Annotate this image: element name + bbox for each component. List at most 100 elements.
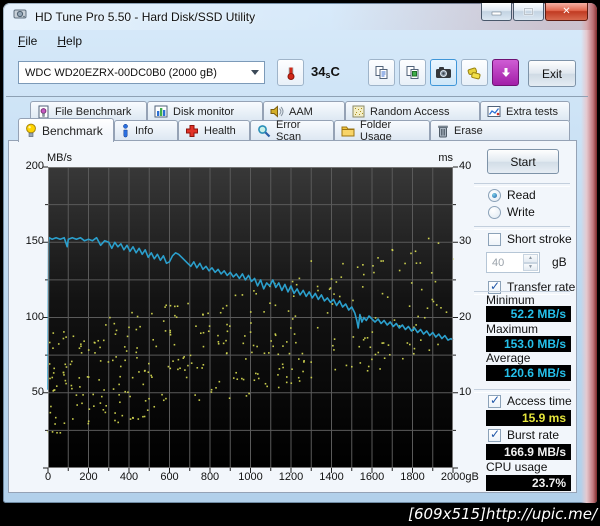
panel-separator	[474, 389, 570, 393]
close-button[interactable]: ✕	[545, 3, 588, 21]
tab-label: Benchmark	[42, 123, 103, 138]
checkbox-unchecked-icon[interactable]	[488, 232, 501, 246]
axis-tick-label: 200	[25, 160, 44, 172]
labels-button[interactable]	[461, 59, 488, 86]
screenshot-button[interactable]	[430, 59, 457, 86]
cpu-usage-label: CPU usage	[486, 460, 548, 474]
tab-label: Random Access	[370, 105, 450, 118]
tab-label: File Benchmark	[55, 105, 132, 118]
tab-extra-tests[interactable]: Extra tests	[480, 101, 570, 121]
drive-select-combobox[interactable]: WDC WD20EZRX-00DC0B0 (2000 gB)	[18, 61, 265, 84]
tab-label: Extra tests	[506, 105, 558, 118]
tab-disk-monitor[interactable]: Disk monitor	[147, 101, 263, 121]
axis-tick-label: 10	[459, 385, 472, 398]
write-radio[interactable]: Write	[488, 205, 535, 219]
short-stroke-checkbox[interactable]: Short stroke	[488, 232, 572, 246]
hard-disk-app-icon	[13, 7, 27, 26]
cpu-usage-value-box: 23.7%	[486, 475, 571, 491]
tab-label: AAM	[289, 105, 313, 118]
access-time-value-box: 15.9 ms	[486, 410, 571, 426]
speaker-icon	[270, 105, 284, 118]
minimize-button[interactable]	[481, 3, 512, 21]
download-icon	[501, 67, 510, 77]
download-update-button[interactable]	[492, 59, 519, 86]
axis-tick-label: 400	[119, 471, 139, 483]
panel-separator	[474, 226, 570, 230]
disk-monitor-icon	[154, 105, 168, 118]
copy-image-icon	[406, 65, 418, 79]
minimum-label: Minimum	[486, 293, 535, 307]
short-stroke-size-spinner[interactable]: 40 ▲ ▼	[486, 252, 540, 273]
write-radio-label: Write	[507, 205, 535, 219]
checkbox-checked-icon[interactable]	[488, 393, 501, 408]
start-button[interactable]: Start	[487, 149, 559, 174]
magnifier-icon	[257, 124, 271, 138]
minimum-value-box: 52.2 MB/s	[486, 306, 571, 322]
radio-icon[interactable]	[488, 205, 501, 219]
copy-text-icon	[375, 65, 387, 79]
temperature-button[interactable]	[277, 59, 304, 86]
exit-button[interactable]: Exit	[528, 60, 576, 87]
copy-text-button[interactable]	[368, 59, 395, 86]
read-radio-label: Read	[507, 188, 536, 202]
temperature-readout: 34sC	[311, 64, 340, 80]
window-title: HD Tune Pro 5.50 - Hard Disk/SSD Utility	[35, 9, 256, 24]
axis-tick-label: 2000gB	[440, 471, 479, 483]
y-left-axis-title: MB/s	[47, 152, 73, 164]
tab-aam[interactable]: AAM	[263, 101, 345, 121]
axis-tick-label: 600	[160, 471, 179, 483]
radio-selected-icon[interactable]	[488, 188, 501, 202]
axis-tick-label: 0	[44, 471, 52, 483]
window-right-border	[581, 3, 597, 503]
tab-erase[interactable]: Erase	[430, 120, 570, 141]
axis-tick-label: 800	[200, 471, 220, 483]
short-stroke-label: Short stroke	[507, 232, 572, 246]
trash-icon	[437, 124, 449, 138]
file-benchmark-icon	[37, 105, 50, 119]
axis-tick-label: 200	[79, 471, 98, 483]
average-label: Average	[486, 351, 531, 365]
axis-tick-label: 1600	[359, 471, 385, 483]
info-icon	[121, 124, 130, 138]
tab-info[interactable]: Info	[114, 120, 178, 141]
screenshot-camera-icon	[436, 67, 451, 78]
average-value-box: 120.6 MB/s	[486, 365, 571, 381]
tab-benchmark[interactable]: Benchmark	[18, 118, 114, 142]
labels-icon	[467, 67, 481, 79]
axis-tick-label: 100	[25, 310, 44, 323]
drive-select-value: WDC WD20EZRX-00DC0B0 (2000 gB)	[25, 66, 217, 79]
benchmark-chart-plot	[43, 166, 458, 473]
tab-random-access[interactable]: Random Access	[345, 101, 480, 121]
title-bar[interactable]: HD Tune Pro 5.50 - Hard Disk/SSD Utility…	[3, 3, 597, 30]
axis-tick-label: 150	[25, 235, 44, 248]
tab-label: Erase	[454, 125, 483, 137]
copy-image-button[interactable]	[399, 59, 426, 86]
thermometer-icon	[287, 67, 294, 80]
maximize-button[interactable]	[513, 3, 544, 21]
menu-file[interactable]: File	[9, 31, 46, 51]
tab-health[interactable]: Health	[178, 120, 250, 141]
burst-rate-checkbox[interactable]: Burst rate	[488, 427, 559, 442]
checkbox-checked-icon[interactable]	[488, 427, 501, 442]
folder-icon	[341, 125, 355, 137]
menu-help[interactable]: Help	[48, 31, 91, 51]
benchmark-lamp-icon	[25, 123, 37, 139]
access-time-checkbox[interactable]: Access time	[488, 393, 572, 408]
window-controls: ✕	[480, 3, 588, 21]
y-right-axis-title: ms	[438, 152, 453, 164]
axis-tick-label: 1800	[400, 471, 425, 483]
axis-tick-label: 1200	[278, 471, 304, 483]
spinner-buttons[interactable]: ▲ ▼	[523, 254, 538, 271]
access-time-label: Access time	[507, 394, 572, 408]
read-radio[interactable]: Read	[488, 188, 536, 202]
spin-up-icon[interactable]: ▲	[523, 254, 538, 263]
tab-error-scan[interactable]: Error Scan	[250, 119, 334, 143]
maximum-label: Maximum	[486, 322, 539, 336]
short-stroke-unit: gB	[552, 255, 567, 269]
spin-down-icon[interactable]: ▼	[523, 262, 538, 271]
random-access-icon	[352, 105, 365, 118]
axis-tick-label: 30	[459, 235, 472, 248]
tab-folder-usage[interactable]: Folder Usage	[334, 119, 430, 143]
axis-tick-label: 50	[31, 385, 44, 398]
extra-tests-icon	[487, 105, 501, 118]
